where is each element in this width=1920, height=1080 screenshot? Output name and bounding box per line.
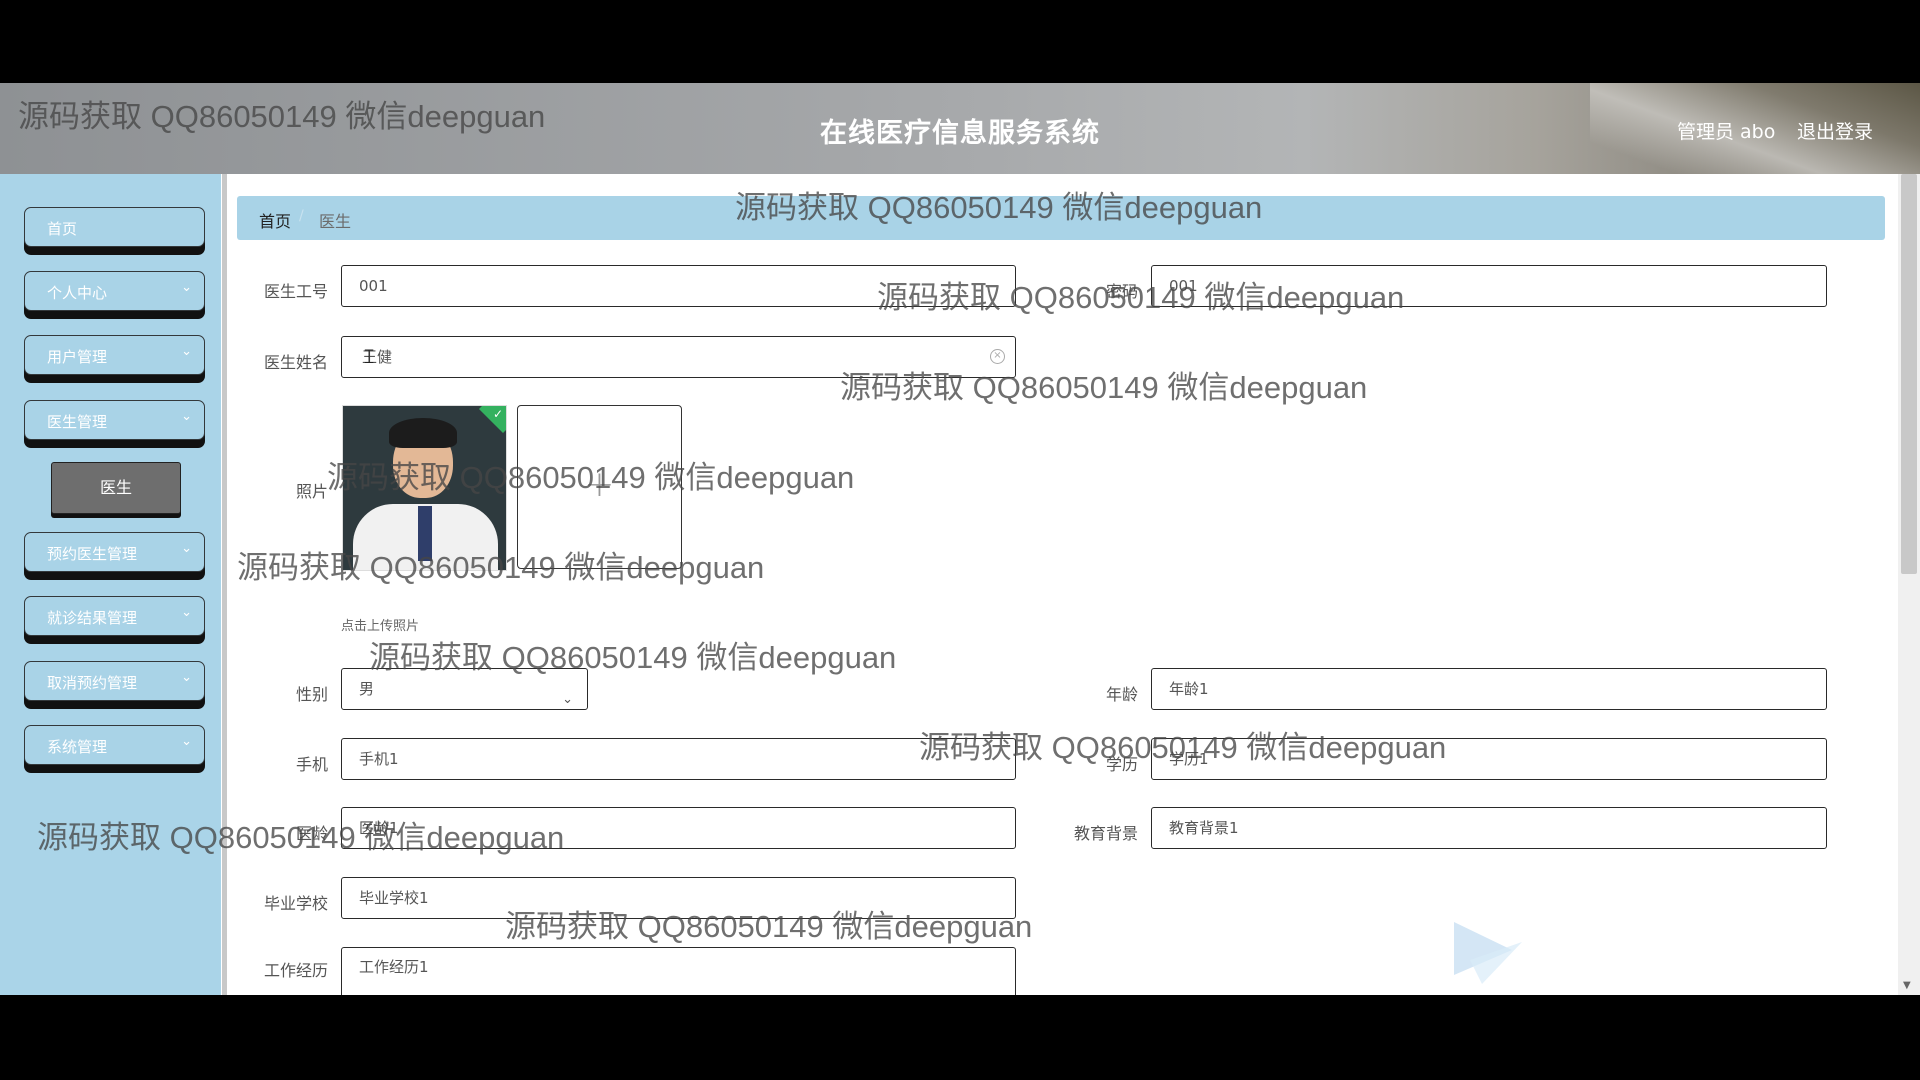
sidebar-subitem-doctor[interactable]: 医生: [51, 462, 181, 514]
education-label: 学历: [1105, 755, 1138, 774]
photo-upload-button[interactable]: +: [517, 405, 682, 569]
years-field[interactable]: 医龄1: [341, 807, 1016, 849]
logout-link[interactable]: 退出登录: [1797, 117, 1873, 144]
sidebar-item-user-management[interactable]: 用户管理 ⌄: [24, 335, 205, 375]
breadcrumb-home[interactable]: 首页: [259, 208, 291, 232]
doctor-photo[interactable]: ✓: [342, 405, 507, 571]
age-label: 年龄: [1105, 685, 1138, 704]
top-header: 在线医疗信息服务系统 管理员 abo 退出登录: [0, 83, 1920, 174]
password-field[interactable]: 001: [1151, 265, 1827, 307]
clear-icon[interactable]: ×: [990, 349, 1005, 364]
experience-label: 工作经历: [263, 961, 328, 980]
sidebar-item-home[interactable]: 首页: [24, 207, 205, 247]
chevron-down-icon: ⌄: [181, 280, 192, 295]
scrollbar-thumb[interactable]: [1901, 174, 1917, 574]
education-field[interactable]: 学历1: [1151, 738, 1827, 780]
doctor-id-label: 医生工号: [263, 282, 328, 301]
years-label: 医龄: [295, 824, 328, 843]
phone-label: 手机: [295, 755, 328, 774]
sidebar-item-doctor-management[interactable]: 医生管理 ⌄: [24, 400, 205, 440]
sidebar-item-label: 就诊结果管理: [47, 609, 138, 627]
sidebar-item-diagnosis-results[interactable]: 就诊结果管理 ⌄: [24, 596, 205, 636]
chevron-down-icon: ⌄: [181, 734, 192, 749]
breadcrumb-separator: /: [299, 208, 304, 224]
sidebar-item-system-management[interactable]: 系统管理 ⌄: [24, 725, 205, 765]
photo-label: 照片: [295, 482, 328, 501]
phone-field[interactable]: 手机1: [341, 738, 1016, 780]
app-window: 在线医疗信息服务系统 管理员 abo 退出登录 首页 个人中心 ⌄ 用户管理 ⌄…: [0, 83, 1920, 995]
school-label: 毕业学校: [263, 894, 328, 913]
gender-select[interactable]: 男 ⌄: [341, 668, 588, 710]
age-field[interactable]: 年龄1: [1151, 668, 1827, 710]
password-label: 密码: [1105, 282, 1138, 301]
chevron-down-icon: ⌄: [181, 605, 192, 620]
sidebar-item-label: 系统管理: [47, 738, 108, 756]
sidebar-item-label: 个人中心: [47, 284, 108, 302]
chevron-down-icon: ⌄: [181, 670, 192, 685]
sidebar-item-appointment-management[interactable]: 预约医生管理 ⌄: [24, 532, 205, 572]
admin-user-label: 管理员 abo: [1677, 121, 1776, 143]
edu-background-label: 教育背景: [1073, 824, 1138, 843]
edu-background-field[interactable]: 教育背景1: [1151, 807, 1827, 849]
doctor-name-label: 医生姓名: [263, 353, 328, 372]
sidebar-item-personal-center[interactable]: 个人中心 ⌄: [24, 271, 205, 311]
breadcrumb: 首页 / 医生: [237, 196, 1885, 240]
main-scrollbar[interactable]: ▼: [1898, 174, 1920, 995]
sidebar-item-cancel-appointment[interactable]: 取消预约管理 ⌄: [24, 661, 205, 701]
chevron-down-icon: ⌄: [181, 409, 192, 424]
app-title: 在线医疗信息服务系统: [820, 118, 1100, 149]
experience-textarea[interactable]: 工作经历1: [341, 947, 1016, 995]
upload-hint: 点击上传照片: [341, 619, 420, 634]
chevron-down-icon: ⌄: [181, 541, 192, 556]
scroll-down-icon[interactable]: ▼: [1903, 980, 1911, 991]
doctor-name-field[interactable]: 王健 𝙸 ×: [341, 336, 1016, 378]
sidebar-item-label: 取消预约管理: [47, 674, 138, 692]
school-field[interactable]: 毕业学校1: [341, 877, 1016, 919]
sidebar-item-label: 用户管理: [47, 348, 108, 366]
sidebar-item-label: 首页: [47, 220, 78, 238]
sidebar-item-label: 预约医生管理: [47, 545, 138, 563]
chevron-down-icon: ⌄: [562, 692, 573, 707]
doctor-id-field[interactable]: 001: [341, 265, 1016, 307]
player-logo-icon: [1454, 922, 1522, 984]
text-cursor-icon: 𝙸: [362, 344, 377, 368]
check-icon: ✓: [492, 407, 503, 421]
breadcrumb-current: 医生: [319, 212, 352, 231]
sidebar: 首页 个人中心 ⌄ 用户管理 ⌄ 医生管理 ⌄ 医生 预约医生管理 ⌄ 就诊结果…: [0, 174, 221, 995]
plus-icon: +: [584, 464, 615, 505]
gender-value: 男: [359, 680, 375, 698]
gender-label: 性别: [295, 685, 328, 704]
chevron-down-icon: ⌄: [181, 344, 192, 359]
sidebar-item-label: 医生管理: [47, 413, 108, 431]
